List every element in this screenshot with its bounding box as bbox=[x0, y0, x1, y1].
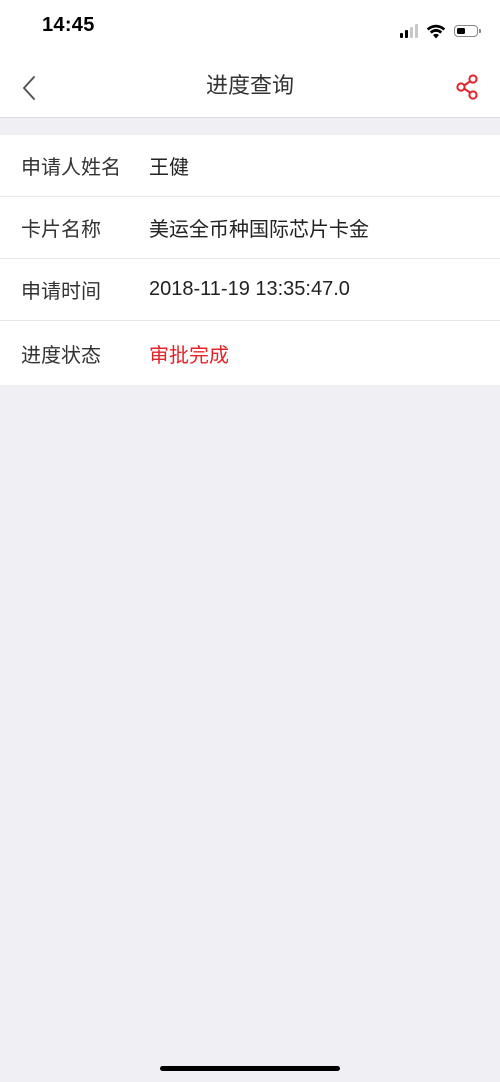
cellular-signal-icon bbox=[400, 24, 418, 38]
status-bar: 14:45 bbox=[0, 0, 500, 58]
detail-row-status: 进度状态 审批完成 bbox=[0, 321, 500, 385]
status-icons bbox=[400, 20, 481, 42]
card-name-value: 美运全币种国际芯片卡金 bbox=[149, 217, 369, 241]
share-icon bbox=[456, 74, 478, 100]
application-detail-list: 申请人姓名 王健 卡片名称 美运全币种国际芯片卡金 申请时间 2018-11-1… bbox=[0, 135, 500, 385]
application-time-label: 申请时间 bbox=[21, 279, 101, 303]
page-title: 进度查询 bbox=[205, 74, 294, 99]
home-indicator[interactable] bbox=[160, 1066, 340, 1071]
application-time-value: 2018-11-19 13:35:47.0 bbox=[149, 278, 350, 300]
wifi-icon bbox=[426, 24, 446, 38]
share-button[interactable] bbox=[452, 72, 482, 102]
progress-status-label: 进度状态 bbox=[21, 342, 101, 367]
applicant-name-label: 申请人姓名 bbox=[21, 155, 121, 179]
detail-row-card: 卡片名称 美运全币种国际芯片卡金 bbox=[0, 197, 500, 259]
applicant-name-value: 王健 bbox=[149, 155, 189, 179]
card-name-label: 卡片名称 bbox=[21, 217, 101, 241]
detail-row-time: 申请时间 2018-11-19 13:35:47.0 bbox=[0, 259, 500, 321]
battery-icon bbox=[454, 25, 481, 37]
progress-status-value: 审批完成 bbox=[149, 342, 229, 367]
navigation-bar: 进度查询 bbox=[0, 58, 500, 118]
detail-row-applicant: 申请人姓名 王健 bbox=[0, 135, 500, 197]
status-time: 14:45 bbox=[42, 14, 95, 36]
